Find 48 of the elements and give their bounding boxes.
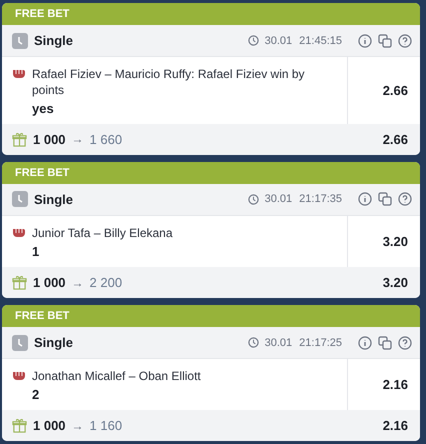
bet-outcome: 2 — [32, 387, 40, 402]
clock-icon — [12, 32, 28, 49]
clock-icon — [12, 334, 28, 351]
bet-type: Single — [34, 192, 74, 207]
arrow-sign: → — [72, 132, 84, 146]
event-name: Junior Tafa – Billy Elekana — [32, 225, 173, 242]
payout-amount: 1 660 — [90, 132, 124, 147]
clock-icon — [248, 337, 259, 348]
copy-icon[interactable] — [378, 192, 392, 206]
bet-timestamp: 30.01 21:45:15 — [264, 34, 342, 47]
free-bet-badge: FREE BET — [2, 162, 420, 184]
clock-icon — [12, 191, 28, 208]
event-name: Rafael Fiziev – Mauricio Ruffy: Rafael Fiziev win by points — [32, 66, 306, 98]
gift-icon — [12, 418, 27, 434]
odds-value: 2.66 — [382, 82, 409, 100]
free-bet-badge: FREE BET — [2, 304, 420, 327]
bet-timestamp: 30.01 21:17:35 — [264, 193, 342, 206]
odds-value: 3.20 — [382, 233, 409, 252]
bet-timestamp: 30.01 21:17:25 — [264, 336, 342, 349]
help-icon[interactable] — [398, 336, 412, 350]
bet-outcome: yes — [32, 101, 55, 116]
copy-icon[interactable] — [378, 336, 392, 350]
bet-type: Single — [34, 33, 74, 48]
arrow-sign: → — [72, 418, 84, 433]
bet-type: Single — [34, 335, 74, 350]
help-icon[interactable] — [398, 34, 412, 48]
clock-icon — [248, 194, 259, 205]
copy-icon[interactable] — [378, 34, 392, 48]
clock-icon — [248, 35, 259, 46]
info-icon[interactable] — [358, 34, 372, 48]
info-icon[interactable] — [358, 192, 372, 206]
total-odds: 2.66 — [382, 132, 408, 147]
stake-amount: 1 000 — [33, 275, 66, 290]
total-odds: 2.16 — [382, 418, 408, 434]
arrow-sign: → — [72, 276, 84, 290]
gift-icon — [12, 275, 27, 290]
stake-amount: 1 000 — [33, 418, 66, 434]
odds-value: 2.16 — [382, 376, 409, 394]
payout-amount: 1 160 — [90, 418, 124, 434]
gift-icon — [12, 132, 27, 147]
info-icon[interactable] — [358, 336, 372, 350]
free-bet-badge: FREE BET — [2, 3, 420, 25]
event-name: Jonathan Micallef – Oban Elliott — [32, 368, 201, 384]
payout-amount: 2 200 — [90, 275, 124, 290]
bet-outcome: 1 — [32, 244, 40, 260]
total-odds: 3.20 — [382, 275, 408, 290]
stake-amount: 1 000 — [33, 132, 66, 147]
help-icon[interactable] — [398, 192, 412, 206]
